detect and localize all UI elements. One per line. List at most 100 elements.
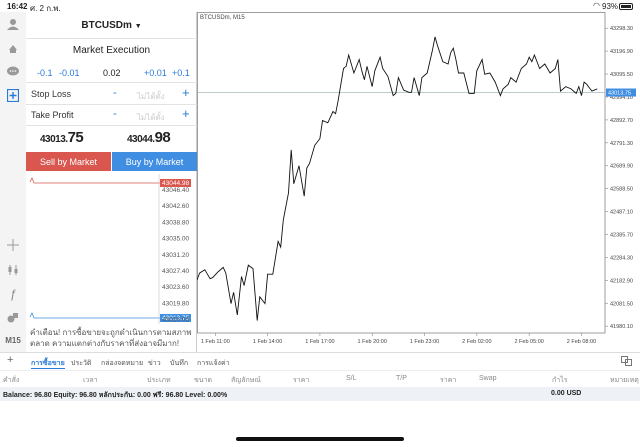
chart-title: BTCUSDm, M15 (200, 15, 245, 21)
sell-price: 43013.75 (40, 129, 84, 146)
x-tick-label: 2 Feb 08:00 (567, 339, 596, 345)
mini-tick-label: 43031.20 (162, 252, 189, 259)
mini-tick-label: 43042.60 (162, 203, 189, 210)
indicators-icon[interactable]: ƒ (4, 286, 22, 302)
timeframe-button[interactable]: M15 (4, 332, 22, 348)
volume-dec-large[interactable]: -0.1 (37, 68, 53, 78)
x-tick-label: 1 Feb 23:00 (410, 339, 439, 345)
y-tick-label: 42385.70 (610, 233, 633, 239)
y-tick-label: 42588.50 (610, 187, 633, 193)
home-indicator[interactable] (236, 437, 404, 441)
tab-mailbox[interactable]: กล่องจดหมาย (101, 358, 143, 369)
crosshair-icon[interactable] (4, 237, 22, 253)
battery-icon (619, 3, 633, 10)
divider (26, 104, 197, 105)
balance-text: Balance: 96.80 Equity: 96.80 หลักประกัน:… (3, 392, 228, 399)
buy-button[interactable]: Buy by Market (112, 152, 197, 171)
symbol-selector[interactable]: BTCUSDm ▼ (26, 20, 197, 31)
tab-journal[interactable]: บันทึก (170, 358, 188, 369)
plot-frame (197, 12, 606, 334)
buy-price-big: 98 (154, 129, 171, 146)
buy-price: 43044.98 (127, 129, 171, 146)
sell-button[interactable]: Sell by Market (26, 152, 111, 171)
objects-icon[interactable] (4, 310, 22, 326)
y-tick-label: 43196.90 (610, 49, 633, 55)
current-price-label: 43013.75 (608, 91, 631, 97)
balance-row: Balance: 96.80 Equity: 96.80 หลักประกัน:… (0, 387, 640, 401)
trade-arrows-icon[interactable] (4, 40, 22, 56)
app-root: { "status": { "time": "16:42", "date": "… (0, 0, 640, 447)
stop-loss-field[interactable]: ไม่ได้ตั้ง (137, 90, 165, 103)
take-profit-field[interactable]: ไม่ได้ตั้ง (137, 111, 165, 124)
sell-price-main: 43013. (40, 134, 68, 145)
y-tick-label: 42892.70 (610, 118, 633, 124)
col-sl: S/L (346, 375, 357, 382)
y-tick-label: 42487.10 (610, 210, 633, 216)
stop-loss-minus[interactable]: - (113, 87, 117, 99)
take-profit-minus[interactable]: - (113, 108, 117, 120)
col-profit: กำไร (552, 377, 568, 384)
mini-tick-label: 43038.80 (162, 219, 189, 226)
mini-tick-label: 43019.80 (162, 300, 189, 307)
sell-price-big: 75 (67, 129, 84, 146)
tab-trade[interactable]: การซื้อขาย (31, 358, 65, 369)
take-profit-plus[interactable]: + (182, 106, 190, 121)
y-tick-label: 41980.10 (610, 324, 633, 330)
chat-icon[interactable] (4, 64, 22, 80)
volume-inc-small[interactable]: +0.01 (144, 68, 167, 78)
col-type: ประเภท (147, 377, 171, 384)
y-tick-label: 43095.50 (610, 72, 633, 78)
col-size: ขนาด (194, 377, 213, 384)
bid-line (29, 312, 160, 319)
total-profit: 0.00 USD (551, 390, 582, 397)
x-tick-label: 2 Feb 02:00 (462, 339, 491, 345)
tab-alerts[interactable]: การแจ้งค่า (197, 358, 230, 369)
status-bar: 16:42 ศ. 2 ก.พ. ◠ 93% (0, 0, 640, 13)
battery-percent: 93% (602, 2, 619, 11)
stop-loss-plus[interactable]: + (182, 85, 190, 100)
volume-value[interactable]: 0.02 (103, 68, 121, 78)
new-order-icon[interactable] (4, 87, 22, 103)
execution-type[interactable]: Market Execution (26, 45, 197, 56)
ask-line (29, 177, 160, 184)
price-chart[interactable]: 43298.30 43196.90 43095.50 42994.10 42892.70… (196, 12, 640, 352)
col-tp: T/P (396, 375, 407, 382)
buy-price-main: 43044. (127, 134, 155, 145)
execution-warning: คำเตือน! การซื้อขายจะถูกดำเนินการตามสภาพ… (30, 328, 192, 348)
divider (26, 38, 197, 39)
candles-icon[interactable] (4, 262, 22, 278)
col-swap: Swap (479, 375, 497, 382)
y-tick-label: 42284.30 (610, 255, 633, 261)
volume-dec-small[interactable]: -0.01 (59, 68, 80, 78)
status-time: 16:42 (7, 2, 28, 11)
mini-tick-label: 43046.40 (162, 187, 189, 194)
mini-tick-label: 43035.00 (162, 236, 189, 243)
price-line-series (196, 36, 598, 321)
chevron-down-icon: ▼ (134, 23, 142, 30)
y-tick-label: 43298.30 (610, 26, 633, 32)
y-tick-label: 42081.50 (610, 301, 633, 307)
divider (26, 82, 197, 83)
x-tick-label: 1 Feb 17:00 (305, 339, 334, 345)
price-chart-svg: 43298.3043196.9043095.5042994.1042892.70… (196, 12, 636, 345)
take-profit-label: Take Profit (31, 110, 74, 120)
x-tick-label: 1 Feb 11:00 (201, 339, 230, 345)
account-icon[interactable] (4, 16, 22, 32)
symbol-name: BTCUSDm (81, 20, 132, 31)
orders-header: คำสั่ง เวลา ประเภท ขนาด สัญลักษณ์ ราคา S… (0, 370, 640, 387)
col-symbol: สัญลักษณ์ (231, 377, 261, 384)
volume-inc-large[interactable]: +0.1 (172, 68, 190, 78)
expand-icon[interactable] (621, 356, 632, 368)
y-tick-label: 42689.90 (610, 164, 633, 170)
divider (26, 125, 197, 126)
trade-panel: BTCUSDm ▼ Market Execution -0.1 -0.01 0.… (26, 12, 197, 352)
left-toolbar: ƒ M15 (0, 12, 26, 352)
col-comment: หมายเหตุ (610, 377, 639, 384)
tab-news[interactable]: ข่าว (148, 358, 161, 369)
x-tick-label: 1 Feb 14:00 (253, 339, 282, 345)
terminal-tabs: + การซื้อขาย ประวัติ กล่องจดหมาย ข่าว บั… (0, 352, 640, 370)
add-icon[interactable]: + (7, 354, 13, 366)
tab-history[interactable]: ประวัติ (71, 358, 91, 369)
col-current-price: ราคา (440, 377, 457, 384)
col-order: คำสั่ง (3, 377, 20, 384)
